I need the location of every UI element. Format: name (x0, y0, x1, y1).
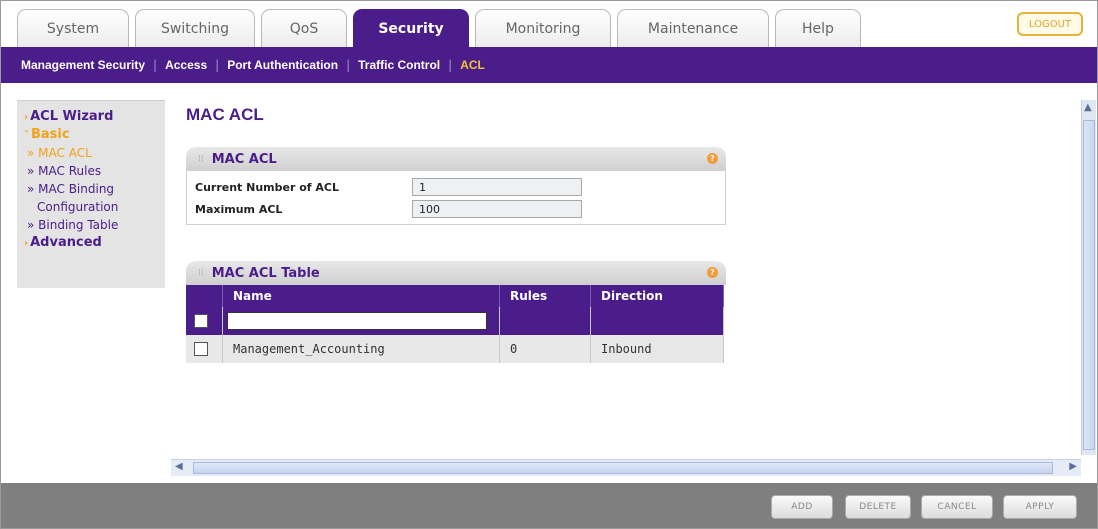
help-icon[interactable]: ? (707, 267, 718, 278)
column-header-direction: Direction (590, 285, 724, 307)
input-row-name-cell (222, 307, 500, 335)
nav-advanced[interactable]: › Advanced (24, 235, 102, 250)
tab-maintenance[interactable]: Maintenance (617, 9, 769, 47)
tab-system[interactable]: System (17, 9, 129, 47)
subnav-port-authentication[interactable]: Port Authentication (227, 58, 338, 72)
left-navigation: › ACL Wizard ˅ Basic » MAC ACL » MAC Rules… (17, 100, 165, 288)
cancel-button[interactable]: CANCEL (921, 495, 993, 519)
horizontal-scroll-thumb[interactable] (193, 462, 1053, 474)
mac-acl-panel-title: MAC ACL (211, 151, 277, 167)
nav-mac-acl[interactable]: » MAC ACL (27, 144, 92, 162)
mac-acl-panel-body: Current Number of ACL 1 Maximum ACL 100 (186, 171, 726, 225)
row-name: Management_Accounting (222, 335, 500, 363)
subnav-traffic-control[interactable]: Traffic Control (358, 58, 440, 72)
max-acl-value: 100 (412, 200, 582, 218)
input-row-select-cell (186, 307, 223, 335)
mac-acl-panel-header: ⁞⁞ MAC ACL ? (186, 147, 726, 171)
nav-binding-table[interactable]: » Binding Table (27, 216, 118, 234)
tab-qos[interactable]: QoS (261, 9, 347, 47)
nav-advanced-label: Advanced (30, 235, 102, 250)
scroll-right-icon[interactable]: ▶ (1069, 461, 1077, 472)
nav-mac-rules[interactable]: » MAC Rules (27, 162, 101, 180)
table-header-row: Name Rules Direction (186, 285, 724, 307)
table-input-row (186, 307, 724, 335)
column-header-rules: Rules (499, 285, 591, 307)
top-tab-bar: System Switching QoS Security Monitoring… (1, 1, 1097, 47)
select-all-checkbox[interactable] (194, 314, 208, 329)
page-title: MAC ACL (186, 105, 264, 124)
nav-basic-label: Basic (31, 127, 70, 142)
tab-switching[interactable]: Switching (135, 9, 255, 47)
apply-button[interactable]: APPLY (1003, 495, 1077, 519)
row-select-cell (186, 335, 223, 363)
scroll-left-icon[interactable]: ◀ (175, 461, 183, 472)
subnav-acl[interactable]: ACL (460, 58, 485, 72)
vertical-scrollbar[interactable]: ▲ (1081, 100, 1096, 455)
row-direction: Inbound (590, 335, 724, 363)
horizontal-scrollbar[interactable]: ◀ ▶ (171, 459, 1081, 476)
current-acl-row: Current Number of ACL 1 (187, 176, 725, 198)
subnav-separator: | (346, 58, 351, 72)
tab-help[interactable]: Help (775, 9, 861, 47)
drag-grip-icon: ⁞⁞ (198, 154, 204, 164)
row-checkbox[interactable] (194, 342, 208, 357)
scroll-up-icon[interactable]: ▲ (1084, 102, 1092, 113)
tab-security[interactable]: Security (353, 9, 469, 47)
add-button[interactable]: ADD (771, 495, 833, 519)
nav-basic[interactable]: ˅ Basic (24, 127, 70, 142)
nav-mac-binding-configuration[interactable]: Configuration (37, 198, 118, 216)
current-acl-label: Current Number of ACL (195, 181, 339, 194)
subnav-access[interactable]: Access (165, 58, 207, 72)
select-column-header (186, 285, 223, 307)
chevron-down-icon: ˅ (24, 130, 29, 141)
vertical-scroll-thumb[interactable] (1083, 120, 1095, 450)
subnav-separator: | (153, 58, 158, 72)
subnav-separator: | (448, 58, 453, 72)
mac-acl-table-header: ⁞⁞ MAC ACL Table ? (186, 261, 726, 285)
help-icon[interactable]: ? (707, 153, 718, 164)
bottom-action-bar: ADD DELETE CANCEL APPLY (1, 483, 1097, 528)
current-acl-value: 1 (412, 178, 582, 196)
acl-name-input[interactable] (227, 312, 487, 330)
input-row-direction-cell (590, 307, 724, 335)
input-row-rules-cell (499, 307, 591, 335)
app-frame: System Switching QoS Security Monitoring… (0, 0, 1098, 529)
mac-acl-table: Name Rules Direction Management_Accounti… (186, 285, 724, 363)
row-rules: 0 (499, 335, 591, 363)
column-header-name: Name (222, 285, 500, 307)
nav-acl-wizard[interactable]: › ACL Wizard (24, 109, 113, 124)
table-row[interactable]: Management_Accounting 0 Inbound (186, 335, 724, 363)
drag-grip-icon: ⁞⁞ (198, 268, 204, 278)
chevron-right-icon: › (24, 238, 29, 249)
max-acl-row: Maximum ACL 100 (187, 198, 725, 220)
chevron-right-icon: › (24, 112, 29, 123)
mac-acl-table-panel: ⁞⁞ MAC ACL Table ? Name Rules Direction … (186, 261, 726, 363)
max-acl-label: Maximum ACL (195, 203, 283, 216)
tab-monitoring[interactable]: Monitoring (475, 9, 611, 47)
subnav-management-security[interactable]: Management Security (21, 58, 145, 72)
nav-mac-binding[interactable]: » MAC Binding (27, 180, 114, 198)
nav-acl-wizard-label: ACL Wizard (30, 109, 114, 124)
subnav-separator: | (215, 58, 220, 72)
mac-acl-table-title: MAC ACL Table (211, 265, 320, 281)
logout-button[interactable]: LOGOUT (1017, 12, 1083, 36)
mac-acl-panel: ⁞⁞ MAC ACL ? Current Number of ACL 1 Max… (186, 147, 726, 225)
delete-button[interactable]: DELETE (845, 495, 911, 519)
sub-navigation: Management Security | Access | Port Auth… (1, 47, 1097, 83)
